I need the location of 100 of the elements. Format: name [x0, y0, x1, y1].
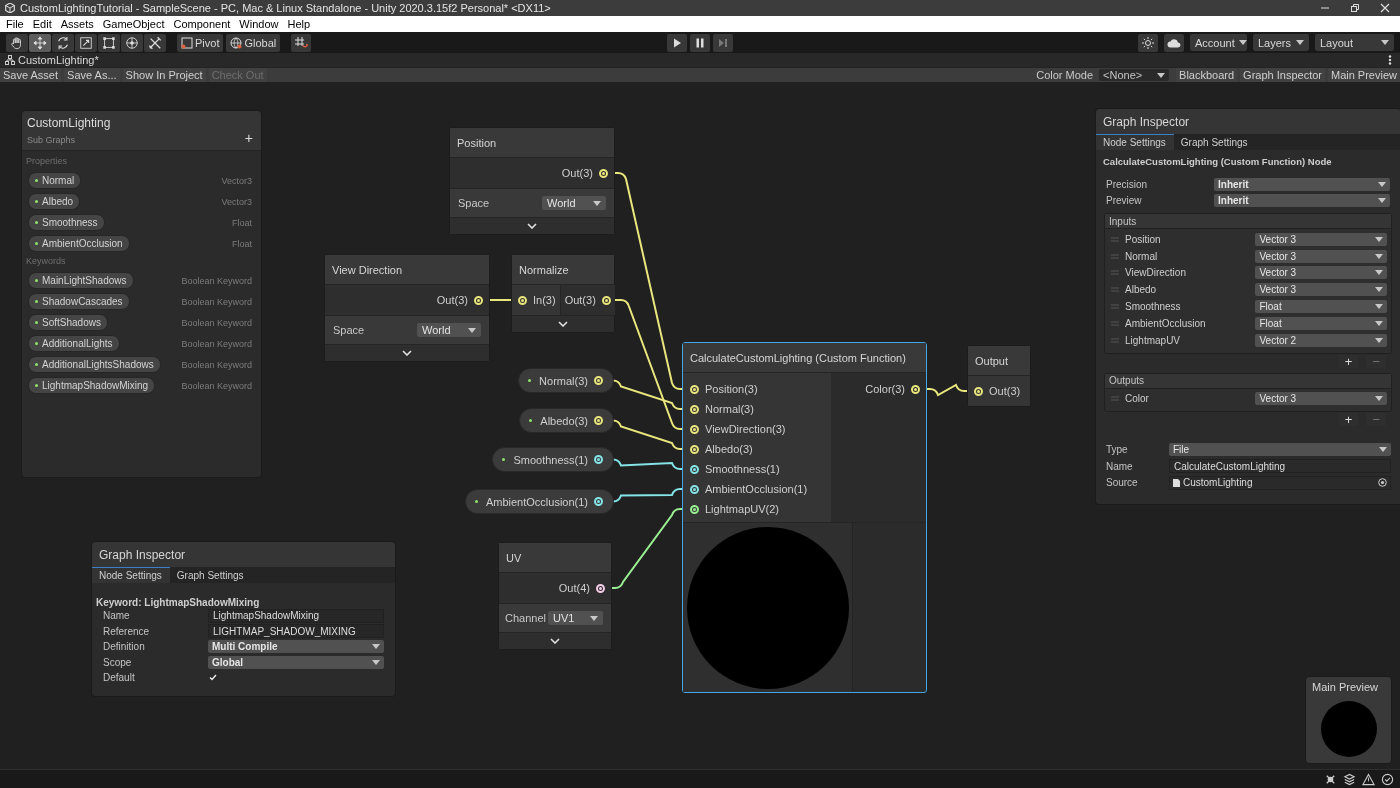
- node-card[interactable]: Position Out(3) Space World: [449, 127, 615, 235]
- node-card[interactable]: View Direction Out(3) Space World: [324, 254, 490, 362]
- port-dot[interactable]: [974, 386, 983, 396]
- port-dot[interactable]: [911, 384, 920, 394]
- text-field[interactable]: LightmapShadowMixing: [208, 608, 384, 623]
- tool-button[interactable]: [29, 33, 51, 52]
- dropdown[interactable]: Float: [1255, 316, 1387, 330]
- menu-item[interactable]: GameObject: [102, 18, 165, 30]
- dropdown[interactable]: Vector 3: [1255, 249, 1387, 263]
- port-dot[interactable]: [594, 497, 603, 506]
- dropdown[interactable]: Vector 2: [1255, 333, 1387, 347]
- menu-item[interactable]: Assets: [60, 18, 94, 30]
- port-dot[interactable]: [690, 444, 699, 454]
- port-dot[interactable]: [690, 404, 699, 414]
- menu-item[interactable]: Window: [239, 18, 279, 30]
- dropdown[interactable]: World: [417, 323, 481, 337]
- node-card[interactable]: CalculateCustomLighting (Custom Function) Position(3) Normal(3) ViewDirection(3) Albedo(3) Smoothness(1) AmbientOcclusion(1) LightmapUV(2) Color(3): [682, 342, 927, 693]
- menu-item[interactable]: Help: [287, 18, 311, 30]
- port-dot[interactable]: [474, 295, 483, 305]
- port-dot[interactable]: [690, 464, 699, 474]
- port-dot[interactable]: [690, 504, 699, 514]
- pause-button[interactable]: [690, 33, 710, 52]
- toolbar-button[interactable]: Blackboard: [1176, 68, 1238, 82]
- blackboard-property[interactable]: LightmapShadowMixing: [28, 377, 156, 394]
- dropdown[interactable]: World: [542, 196, 606, 210]
- node-card[interactable]: Normalize In(3) Out(3): [511, 254, 615, 333]
- toolbar-button[interactable]: Graph Inspector: [1240, 68, 1325, 82]
- dropdown[interactable]: Vector 3: [1255, 232, 1387, 246]
- collab-button[interactable]: [1138, 33, 1158, 52]
- object-field[interactable]: CustomLighting: [1169, 475, 1391, 490]
- port-dot[interactable]: [601, 295, 611, 305]
- toolbar-button[interactable]: Save As...: [64, 68, 120, 82]
- tool-button[interactable]: [52, 33, 74, 52]
- tab[interactable]: Graph Settings: [1173, 134, 1256, 150]
- property-node[interactable]: Albedo(3): [519, 408, 614, 433]
- blackboard-property[interactable]: Normal: [28, 172, 82, 189]
- blackboard-property[interactable]: SoftShadows: [28, 314, 108, 331]
- dropdown[interactable]: Vector 3: [1255, 283, 1387, 297]
- port-label: Smoothness(1): [705, 463, 780, 475]
- dropdown[interactable]: UV1: [548, 611, 603, 625]
- toolbar-button[interactable]: Show In Project: [122, 68, 206, 82]
- toolbar-dropdown[interactable]: Layout: [1315, 34, 1394, 51]
- dropdown[interactable]: Vector 3: [1255, 266, 1387, 280]
- text-field[interactable]: CalculateCustomLighting: [1169, 459, 1391, 474]
- port-dot[interactable]: [594, 376, 603, 385]
- tab[interactable]: Node Settings: [1096, 134, 1174, 150]
- grid-snap-button[interactable]: [291, 33, 312, 52]
- blackboard-property[interactable]: ShadowCascades: [28, 293, 130, 310]
- tool-button[interactable]: [144, 33, 166, 52]
- menu-item[interactable]: Component: [173, 18, 231, 30]
- add-button[interactable]: +: [244, 131, 253, 145]
- toolbar-button[interactable]: Main Preview: [1327, 68, 1400, 82]
- menu-item[interactable]: File: [6, 18, 24, 30]
- editor-tab[interactable]: CustomLighting*: [5, 53, 99, 67]
- menu-item[interactable]: Edit: [32, 18, 52, 30]
- toolbar-button[interactable]: Save Asset: [0, 68, 62, 82]
- port-dot[interactable]: [594, 416, 603, 425]
- cloud-button[interactable]: [1164, 33, 1184, 52]
- property-type: Boolean Keyword: [181, 359, 252, 370]
- play-button[interactable]: [667, 33, 687, 52]
- blackboard-property[interactable]: AdditionalLightsShadows: [28, 356, 161, 373]
- tool-button[interactable]: [75, 33, 97, 52]
- dropdown[interactable]: Global: [208, 655, 384, 669]
- dropdown[interactable]: File: [1169, 443, 1391, 457]
- port-dot[interactable]: [690, 424, 699, 434]
- dropdown[interactable]: Multi Compile: [208, 640, 384, 654]
- port-dot[interactable]: [599, 168, 608, 178]
- color-mode-dropdown[interactable]: <None>: [1099, 69, 1170, 81]
- property-node[interactable]: Smoothness(1): [492, 447, 614, 472]
- node-card[interactable]: Output Out(3): [967, 345, 1031, 407]
- text-field[interactable]: LIGHTMAP_SHADOW_MIXING: [208, 624, 384, 639]
- port-dot[interactable]: [596, 583, 605, 593]
- global-button[interactable]: Global: [226, 33, 281, 52]
- dropdown[interactable]: Vector 3: [1255, 392, 1387, 406]
- toolbar-dropdown[interactable]: Layers: [1253, 34, 1309, 51]
- port-dot[interactable]: [690, 484, 699, 494]
- property-node[interactable]: Normal(3): [518, 368, 614, 393]
- tab[interactable]: Graph Settings: [169, 567, 252, 583]
- blackboard-property[interactable]: AdditionalLights: [28, 335, 120, 352]
- blackboard-property[interactable]: Smoothness: [28, 214, 105, 231]
- toolbar-dropdown[interactable]: Account: [1190, 34, 1247, 51]
- pivot-button[interactable]: Pivot: [177, 33, 224, 52]
- tool-button[interactable]: [6, 33, 28, 52]
- dropdown[interactable]: Inherit: [1214, 177, 1390, 191]
- property-node[interactable]: AmbientOcclusion(1): [464, 489, 614, 514]
- step-button[interactable]: [713, 33, 733, 52]
- rotate-icon: [56, 35, 70, 50]
- port-dot[interactable]: [518, 295, 527, 305]
- tool-button[interactable]: [98, 33, 120, 52]
- dropdown[interactable]: Float: [1255, 300, 1387, 314]
- blackboard-property[interactable]: AmbientOcclusion: [28, 235, 130, 252]
- blackboard-property[interactable]: MainLightShadows: [28, 272, 134, 289]
- blackboard-property[interactable]: Albedo: [28, 193, 81, 210]
- port-dot[interactable]: [594, 455, 603, 464]
- dropdown[interactable]: Inherit: [1214, 194, 1390, 208]
- port-dot[interactable]: [690, 384, 699, 394]
- tab[interactable]: Node Settings: [92, 567, 170, 583]
- caret-icon: [1381, 40, 1389, 45]
- node-card[interactable]: UV Out(4) Channel UV1: [498, 542, 612, 650]
- tool-button[interactable]: [121, 33, 143, 52]
